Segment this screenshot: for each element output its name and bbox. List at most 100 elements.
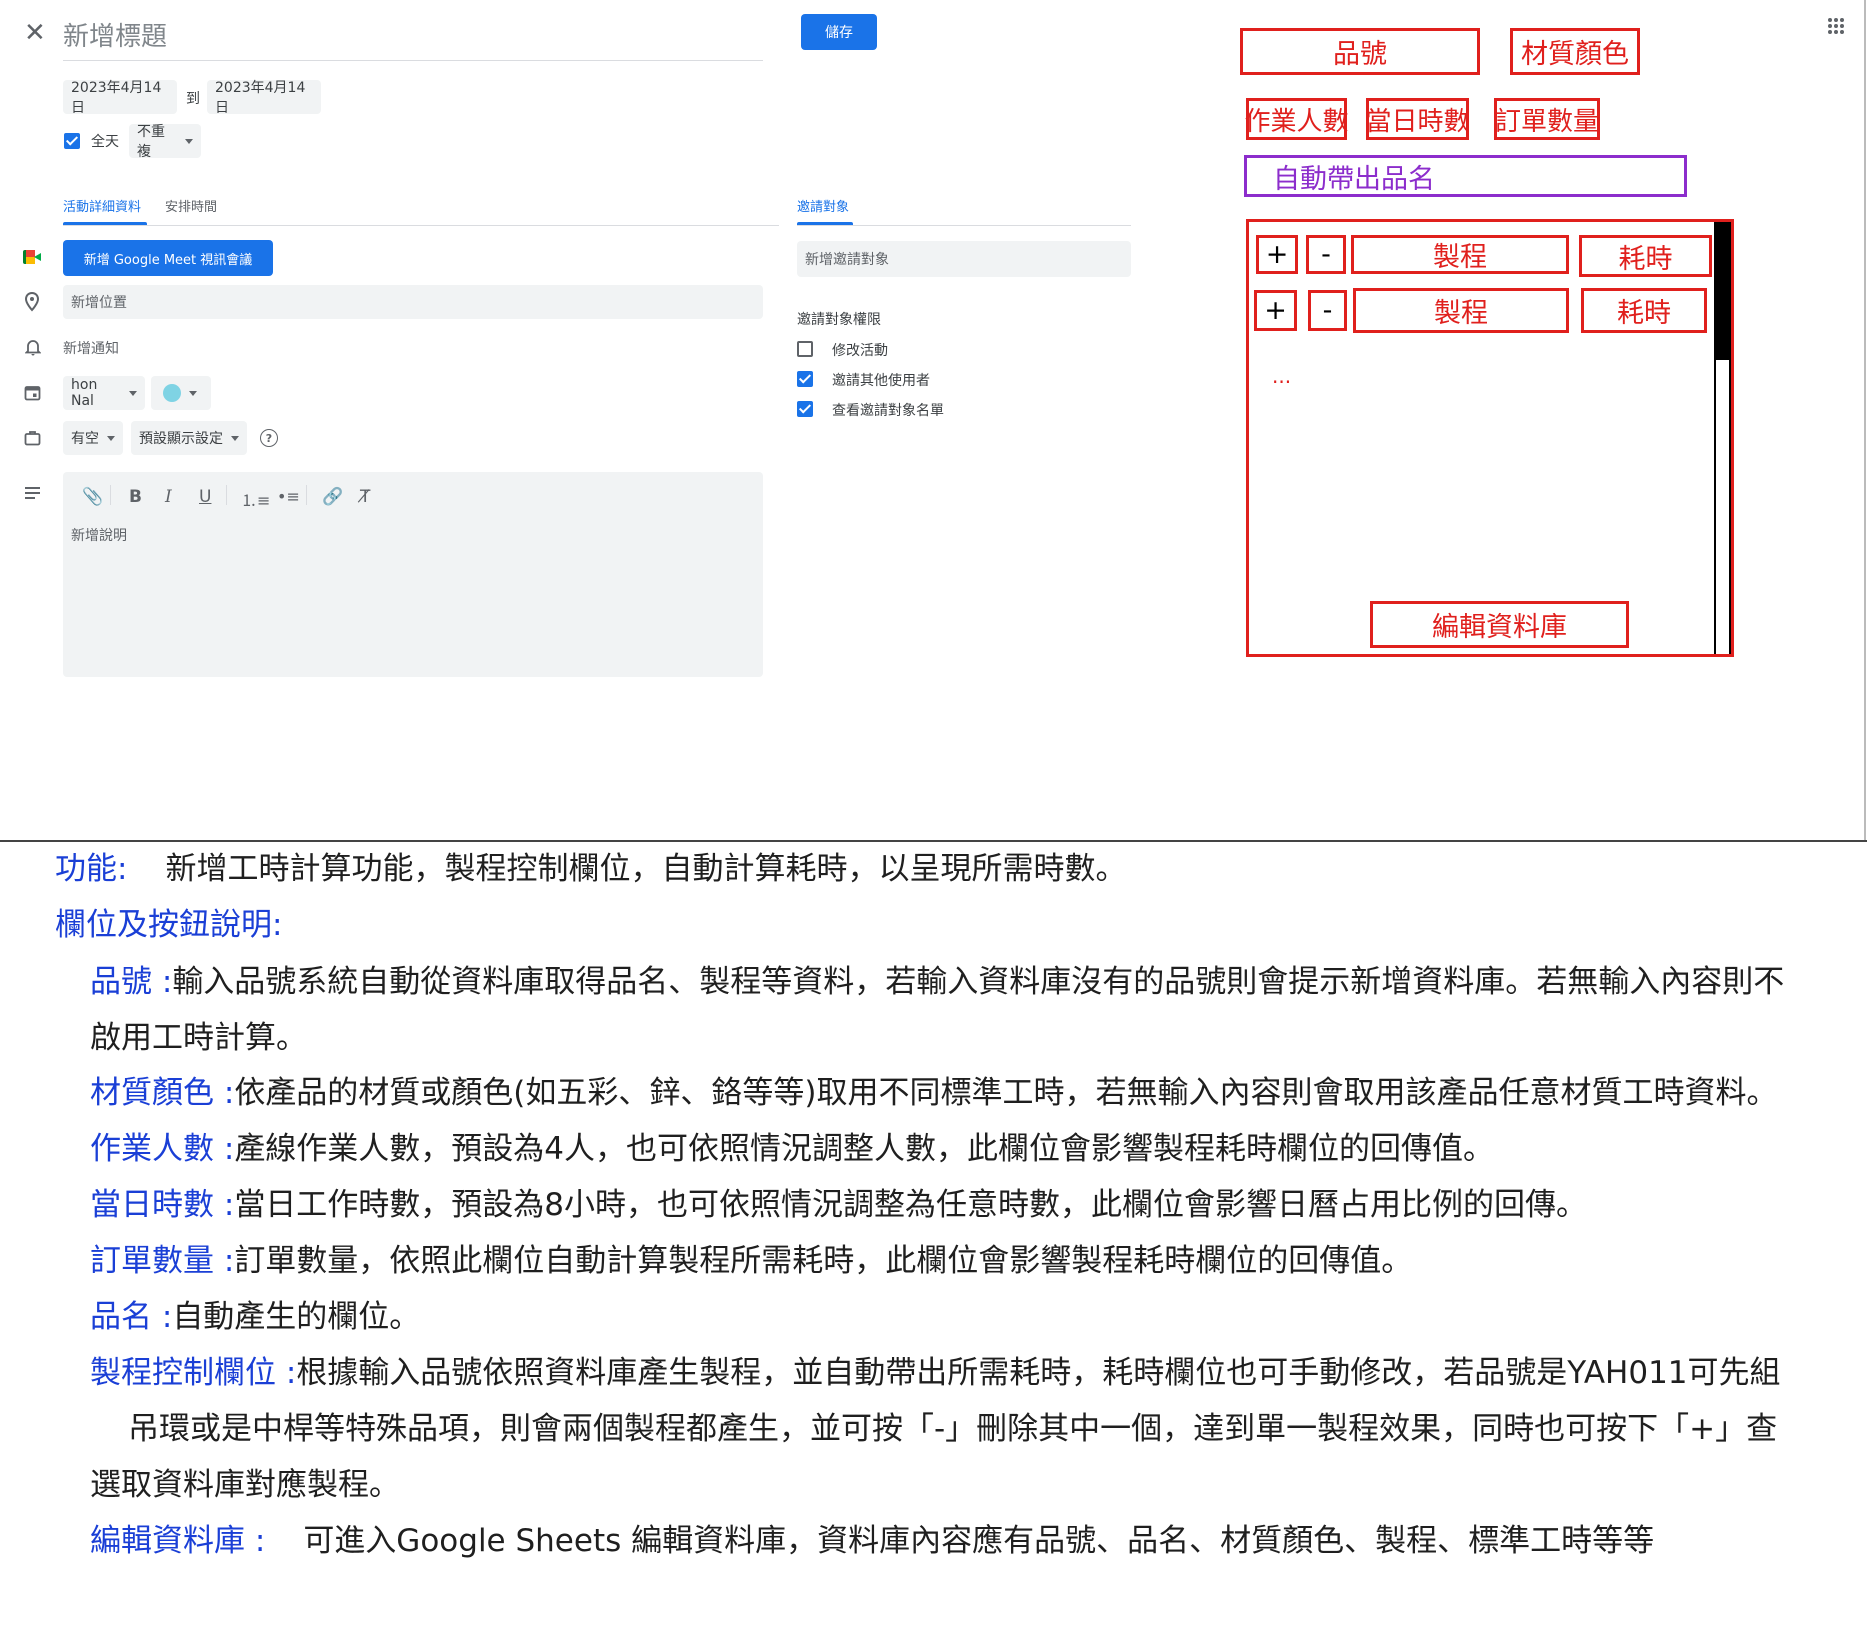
italic-icon[interactable]: I: [165, 487, 172, 507]
desc-text: 產線作業人數，預設為4人，也可依照情況調整人數，此欄位會影響製程耗時欄位的回傳值…: [234, 1131, 1495, 1167]
chevron-down-icon: [129, 390, 137, 396]
help-icon[interactable]: ?: [260, 429, 278, 447]
guest-permissions-title: 邀請對象權限: [797, 312, 881, 328]
permission-modify-checkbox[interactable]: [797, 341, 813, 357]
visibility-label: 預設顯示設定: [139, 431, 223, 447]
daily-hours-field[interactable]: 當日時數: [1366, 98, 1470, 140]
allday-checkbox[interactable]: [64, 133, 80, 149]
feature-text: 新增工時計算功能，製程控制欄位，自動計算耗時，以呈現所需時數。: [165, 851, 1127, 887]
row1-plus-button[interactable]: +: [1256, 235, 1298, 274]
row1-process-field[interactable]: 製程: [1351, 235, 1569, 274]
bold-icon[interactable]: B: [129, 487, 142, 507]
desc-key: 編輯資料庫 :: [90, 1523, 266, 1559]
repeat-label: 不重複: [137, 124, 165, 160]
row2-time-field[interactable]: 耗時: [1581, 288, 1707, 333]
desc-text: 當日工作時數，預設為8小時，也可依照情況調整為任意時數，此欄位會影響日曆占用比例…: [234, 1187, 1588, 1223]
permission-see-list-label: 查看邀請對象名單: [832, 403, 944, 419]
workers-field[interactable]: 作業人數: [1245, 98, 1349, 140]
tab-guests[interactable]: 邀請對象: [797, 196, 849, 215]
numbered-list-icon[interactable]: ⒈≡: [241, 487, 270, 511]
desc-text: 選取資料庫對應製程。: [90, 1467, 400, 1503]
start-date[interactable]: 2023年4月14日: [63, 80, 177, 116]
auto-product-name-field: 自動帶出品名: [1244, 155, 1687, 197]
feature-key: 功能:: [55, 851, 128, 887]
description-lines-icon: [25, 487, 40, 499]
desc-text: 吊環或是中桿等特殊品項，則會兩個製程都產生，並可按「-」刪除其中一個，達到單一製…: [128, 1411, 1778, 1447]
desc-key: 品名 :: [90, 1299, 173, 1335]
save-button[interactable]: 儲存: [801, 14, 877, 50]
calendar-select[interactable]: hon Nal: [63, 376, 145, 410]
calendar-icon: [24, 384, 41, 401]
desc-text: 自動產生的欄位。: [172, 1299, 421, 1335]
meet-icon: [23, 250, 41, 264]
desc-item-daily-hours: 當日時數 :當日工作時數，預設為8小時，也可依照情況調整為任意時數，此欄位會影響…: [90, 1185, 1587, 1225]
permission-see-list-checkbox[interactable]: [797, 401, 813, 417]
desc-item-product-name: 品名 :自動產生的欄位。: [90, 1297, 420, 1337]
bulleted-list-icon[interactable]: •≡: [277, 487, 300, 506]
location-input[interactable]: 新增位置: [63, 285, 763, 319]
bell-icon: [24, 338, 42, 356]
panel-scrollbar[interactable]: [1714, 222, 1731, 654]
process-control-panel: [1246, 219, 1734, 657]
feature-line: 功能: 新增工時計算功能，製程控制欄位，自動計算耗時，以呈現所需時數。: [55, 849, 1126, 889]
right-edge-line: [1864, 0, 1866, 840]
underline-icon[interactable]: U: [199, 487, 211, 507]
desc-item-edit-db: 編輯資料庫 : 可進入Google Sheets 編輯資料庫，資料庫內容應有品號、…: [90, 1521, 1654, 1561]
tab-event-details[interactable]: 活動詳細資料: [63, 196, 141, 215]
repeat-dropdown[interactable]: 不重複: [129, 124, 201, 160]
visibility-select[interactable]: 預設顯示設定: [131, 421, 247, 455]
order-qty-field[interactable]: 訂單數量: [1494, 98, 1600, 140]
tab-find-time[interactable]: 安排時間: [165, 196, 217, 215]
row2-process-field[interactable]: 製程: [1353, 288, 1569, 333]
date-separator: 到: [186, 91, 200, 107]
meet-button[interactable]: 新增 Google Meet 視訊會議: [63, 240, 273, 276]
desc-item-part-no: 品號 :輸入品號系統自動從資料庫取得品名、製程等資料，若輸入資料庫沒有的品號則會…: [90, 962, 1784, 1002]
end-date[interactable]: 2023年4月14日: [207, 80, 321, 116]
desc-text: 可進入Google Sheets 編輯資料庫，資料庫內容應有品號、品名、材質顏色…: [303, 1523, 1655, 1559]
link-icon[interactable]: 🔗: [322, 487, 343, 507]
desc-text: 輸入品號系統自動從資料庫取得品名、製程等資料，若輸入資料庫沒有的品號則會提示新增…: [172, 964, 1785, 1000]
desc-key: 當日時數 :: [90, 1187, 235, 1223]
color-select[interactable]: [151, 376, 211, 410]
chevron-down-icon: [189, 390, 197, 396]
desc-item-order-qty: 訂單數量 :訂單數量，依照此欄位自動計算製程所需耗時，此欄位會影響製程耗時欄位的…: [90, 1241, 1412, 1281]
fields-title-text: 欄位及按鈕說明:: [55, 907, 283, 943]
allday-label: 全天: [91, 134, 119, 150]
location-pin-icon: [24, 291, 40, 312]
title-input[interactable]: 新增標題: [63, 16, 167, 53]
permission-invite-label: 邀請其他使用者: [832, 373, 930, 389]
desc-text: 依產品的材質或顏色(如五彩、鋅、鉻等等)取用不同標準工時，若無輸入內容則會取用該…: [234, 1075, 1778, 1111]
permission-invite-checkbox[interactable]: [797, 371, 813, 387]
attach-icon[interactable]: 📎: [82, 487, 103, 507]
toolbar-divider: [226, 485, 227, 505]
desc-item-process-control: 製程控制欄位 :根據輸入品號依照資料庫產生製程，並自動帶出所需耗時，耗時欄位也可…: [90, 1353, 1781, 1393]
guests-divider: [797, 225, 1131, 226]
desc-key: 作業人數 :: [90, 1131, 235, 1167]
apps-grid-icon[interactable]: [1828, 18, 1844, 34]
row1-minus-button[interactable]: -: [1306, 235, 1346, 274]
row1-time-field[interactable]: 耗時: [1579, 235, 1712, 277]
desc-item-part-no-cont: 啟用工時計算。: [90, 1018, 307, 1058]
scrollbar-thumb[interactable]: [1716, 222, 1729, 360]
clear-format-icon[interactable]: T̸: [360, 487, 370, 507]
desc-item-process-control-cont1: 吊環或是中桿等特殊品項，則會兩個製程都產生，並可按「-」刪除其中一個，達到單一製…: [128, 1409, 1777, 1449]
row2-plus-button[interactable]: +: [1254, 290, 1297, 331]
desc-item-material: 材質顏色 :依產品的材質或顏色(如五彩、鋅、鉻等等)取用不同標準工時，若無輸入內…: [90, 1073, 1778, 1113]
chevron-down-icon: [231, 435, 239, 441]
briefcase-icon: [24, 430, 41, 446]
desc-text: 啟用工時計算。: [90, 1020, 307, 1056]
row2-minus-button[interactable]: -: [1308, 290, 1347, 331]
part-no-field[interactable]: 品號: [1240, 28, 1480, 75]
color-swatch: [163, 384, 181, 402]
close-icon[interactable]: ✕: [24, 18, 46, 48]
description-placeholder: 新增說明: [71, 528, 127, 544]
desc-text: 根據輸入品號依照資料庫產生製程，並自動帶出所需耗時，耗時欄位也可手動修改，若品號…: [296, 1355, 1781, 1391]
permission-modify-label: 修改活動: [832, 343, 888, 359]
toolbar-divider: [306, 485, 307, 505]
material-color-field[interactable]: 材質顏色: [1510, 28, 1640, 75]
add-guests-input[interactable]: 新增邀請對象: [797, 241, 1131, 277]
chevron-down-icon: [185, 138, 193, 144]
edit-database-button[interactable]: 編輯資料庫: [1370, 601, 1629, 648]
availability-select[interactable]: 有空: [63, 421, 123, 455]
notification-link[interactable]: 新增通知: [63, 338, 119, 358]
